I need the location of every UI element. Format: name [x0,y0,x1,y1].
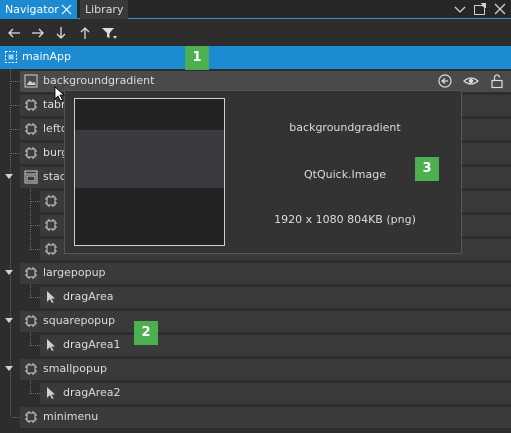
close-icon[interactable] [61,4,72,15]
tree-row-smallpopup[interactable]: smallpopup [0,358,511,380]
split-view-icon[interactable] [473,2,487,16]
preview-item-type: QtQuick.Image [303,168,387,181]
tree-row-largepopup[interactable]: largepopup [0,262,511,284]
component-icon [24,266,38,280]
tree-row-backgroundgradient[interactable]: backgroundgradient [0,70,511,92]
tabbar-controls [453,2,507,17]
tab-navigator-label: Navigator [5,3,59,16]
navigator-toolbar [0,20,511,46]
tree-row-squarepopup[interactable]: squarepopup [0,310,511,332]
filter-icon[interactable] [100,25,118,41]
eye-icon[interactable] [463,73,479,89]
item-preview-tooltip: backgroundgradient QtQuick.Image 1920 x … [64,90,462,254]
reset-icon[interactable] [437,73,453,89]
component-icon [24,98,38,112]
component-icon [44,242,58,256]
tree-row-dragarea1[interactable]: dragArea1 [0,334,511,356]
cursor-icon [44,386,58,400]
tree-row-label: smallpopup [43,362,107,375]
row-actions [437,73,505,89]
annotation-badge-1: 1 [185,46,209,70]
cursor-icon [44,338,58,352]
expand-arrow-icon[interactable] [5,318,13,323]
tab-library[interactable]: Library [80,0,128,19]
expand-arrow-icon[interactable] [5,174,13,179]
arrow-up-icon[interactable] [76,25,94,41]
cursor-icon [44,290,58,304]
expand-arrow-icon[interactable] [5,270,13,275]
arrow-down-icon[interactable] [52,25,70,41]
tab-navigator[interactable]: Navigator [0,0,77,19]
tree-row-label: minimenu [43,410,99,423]
arrow-left-icon[interactable] [5,25,23,41]
image-icon [24,74,38,88]
unlock-icon[interactable] [489,73,505,89]
preview-item-name: backgroundgradient [289,121,401,134]
root-item-icon [4,50,18,64]
navigator-panel: Navigator Library mainApp backgroundgrad… [0,0,511,433]
mouse-pointer-icon [54,86,66,102]
tree-row-dragarea[interactable]: dragArea [0,286,511,308]
component-icon [24,362,38,376]
component-icon [24,146,38,160]
stack-icon [24,170,38,184]
tree-row-label: dragArea1 [63,338,121,351]
component-icon [24,122,38,136]
tab-bar: Navigator Library [0,0,511,19]
component-icon [44,194,58,208]
preview-item-info: 1920 x 1080 804KB (png) [274,213,416,226]
tree-row-label: dragArea [63,290,114,303]
preview-thumbnail [74,98,225,246]
tree-row-dragarea2[interactable]: dragArea2 [0,382,511,404]
tree-row-label: dragArea2 [63,386,121,399]
component-icon [44,218,58,232]
chevron-down-icon[interactable] [453,2,467,16]
tree-row-mainapp[interactable]: mainApp [0,46,511,69]
close-panel-icon[interactable] [493,2,507,16]
tab-library-label: Library [85,3,124,16]
annotation-badge-2: 2 [134,321,158,345]
expand-arrow-icon[interactable] [5,366,13,371]
arrow-right-icon[interactable] [29,25,47,41]
tree-row-minimenu[interactable]: minimenu [0,406,511,428]
tree-row-label: mainApp [22,50,71,63]
component-icon [24,410,38,424]
annotation-badge-3: 3 [415,157,439,181]
tree-row-label: squarepopup [43,314,116,327]
component-icon [24,314,38,328]
tree-row-label: largepopup [43,266,106,279]
